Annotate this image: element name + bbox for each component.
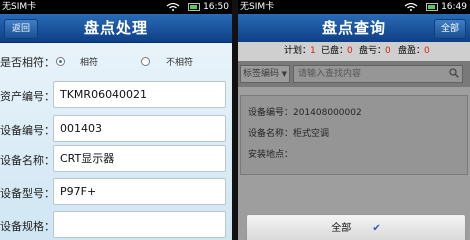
clock-text: 16:50: [203, 2, 229, 12]
clock-text: 16:49: [441, 2, 467, 12]
form-row-device-name: 设备名称： CRT显示器: [0, 145, 232, 174]
battery-icon: [426, 3, 438, 11]
checkmark-icon: ✔: [372, 223, 381, 234]
form-row-device-code: 设备编号： 001403: [0, 115, 232, 144]
device-spec-field[interactable]: [53, 211, 226, 238]
count-summary: 计划： 1 已盘： 0 盘亏： 0 盘盈： 0: [238, 42, 470, 61]
status-bar: 无SIM卡 16:49: [238, 0, 470, 14]
loss-count: 0: [385, 46, 391, 56]
filter-option-label: 全部: [331, 223, 352, 234]
field-label: 设备规格：: [0, 220, 55, 233]
form-row-device-model: 设备型号： P97F+: [0, 178, 232, 207]
radio-mismatch[interactable]: [141, 57, 150, 66]
plan-count: 1: [310, 46, 316, 56]
carrier-text: 无SIM卡: [2, 2, 37, 12]
field-label: 设备型号：: [0, 187, 55, 200]
wifi-icon: [166, 3, 180, 11]
radio-match[interactable]: [56, 57, 65, 66]
field-label: 设备名称：: [0, 154, 55, 167]
device-code-field[interactable]: 001403: [53, 115, 226, 142]
title-bar: 盘点处理 返回: [0, 14, 232, 43]
filter-option-all[interactable]: 全部 ✔: [246, 214, 466, 240]
device-name-field[interactable]: CRT显示器: [53, 145, 226, 172]
radio-mismatch-label: 不相符: [166, 58, 194, 68]
plan-label: 计划：: [284, 46, 312, 56]
processing-screen: 无SIM卡 16:50 盘点处理 返回 是否相符： 相符 不相符 资产编号： T…: [0, 0, 232, 240]
loss-label: 盘亏：: [359, 46, 387, 56]
gain-label: 盘盈：: [398, 46, 426, 56]
wifi-icon: [404, 3, 418, 11]
back-button[interactable]: 返回: [4, 19, 39, 39]
device-model-field[interactable]: P97F+: [53, 178, 226, 205]
radio-match-label: 相符: [80, 58, 99, 68]
title-bar: 盘点查询 全部: [238, 14, 470, 43]
done-count: 0: [347, 46, 353, 56]
all-button[interactable]: 全部: [433, 19, 466, 39]
carrier-text: 无SIM卡: [240, 2, 275, 12]
gain-count: 0: [424, 46, 430, 56]
form-row-asset-code: 资产编号： TKMR06040021: [0, 81, 232, 110]
query-screen: 无SIM卡 16:49 盘点查询 全部 计划： 1 已盘： 0 盘亏： 0 盘盈…: [238, 0, 470, 240]
battery-icon: [188, 3, 200, 11]
asset-code-field[interactable]: TKMR06040021: [53, 81, 226, 108]
form-row-device-spec: 设备规格：: [0, 211, 232, 240]
match-row: 是否相符： 相符 不相符: [0, 47, 232, 76]
status-bar: 无SIM卡 16:50: [0, 0, 232, 14]
field-label: 设备编号：: [0, 124, 55, 137]
match-label: 是否相符：: [0, 56, 55, 69]
done-label: 已盘：: [321, 46, 349, 56]
field-label: 资产编号：: [0, 90, 55, 103]
